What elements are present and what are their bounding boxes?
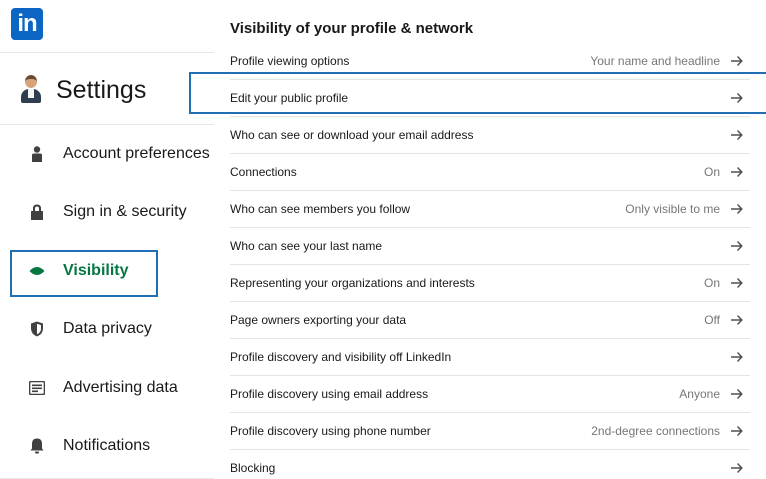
row-label: Connections xyxy=(230,164,297,179)
shield-icon xyxy=(22,321,52,337)
row-value: On xyxy=(703,164,720,179)
row-label: Representing your organizations and inte… xyxy=(230,275,475,290)
row-value: Only visible to me xyxy=(625,201,720,216)
section-title: Visibility of your profile & network xyxy=(230,20,474,37)
settings-row-discovery-email[interactable]: Profile discovery using email address An… xyxy=(230,375,750,412)
arrow-right-icon xyxy=(731,166,743,178)
linkedin-logo[interactable]: in xyxy=(11,8,43,40)
settings-row-last-name[interactable]: Who can see your last name xyxy=(230,227,750,264)
settings-row-members-you-follow[interactable]: Who can see members you follow Only visi… xyxy=(230,190,750,227)
row-value: Your name and headline xyxy=(590,53,720,68)
row-label: Who can see your last name xyxy=(230,238,383,253)
arrow-right-icon xyxy=(731,462,743,474)
newspaper-icon xyxy=(22,381,52,395)
row-label: Profile discovery using phone number xyxy=(230,423,431,438)
sidebar-item-account-preferences[interactable]: Account preferences xyxy=(14,134,214,174)
settings-row-representing-organizations[interactable]: Representing your organizations and inte… xyxy=(230,264,750,301)
bell-icon xyxy=(22,438,52,454)
sidebar-divider xyxy=(0,52,214,53)
settings-row-page-owners-exporting[interactable]: Page owners exporting your data Off xyxy=(230,301,750,338)
sidebar-divider xyxy=(0,124,214,125)
row-value: On xyxy=(703,275,720,290)
row-label: Profile discovery using email address xyxy=(230,386,429,401)
arrow-right-icon xyxy=(731,129,743,141)
arrow-right-icon xyxy=(731,351,743,363)
settings-sidebar: in Settings Account preferences Sign in … xyxy=(0,0,214,479)
sidebar-item-data-privacy[interactable]: Data privacy xyxy=(14,309,214,349)
row-label: Profile viewing options xyxy=(230,53,350,68)
arrow-right-icon xyxy=(731,314,743,326)
arrow-right-icon xyxy=(731,277,743,289)
highlight-box-visibility xyxy=(10,250,158,297)
row-label: Who can see members you follow xyxy=(230,201,411,216)
arrow-right-icon xyxy=(731,55,743,67)
settings-row-email-visibility[interactable]: Who can see or download your email addre… xyxy=(230,116,750,153)
settings-row-discovery-phone[interactable]: Profile discovery using phone number 2nd… xyxy=(230,412,750,449)
sidebar-item-label: Data privacy xyxy=(63,320,152,337)
sidebar-item-notifications[interactable]: Notifications xyxy=(14,426,214,466)
row-label: Profile discovery and visibility off Lin… xyxy=(230,349,452,364)
person-icon xyxy=(22,146,52,162)
settings-row-discovery-off-linkedin[interactable]: Profile discovery and visibility off Lin… xyxy=(230,338,750,375)
sidebar-item-label: Notifications xyxy=(63,437,151,454)
settings-row-blocking[interactable]: Blocking xyxy=(230,449,750,479)
sidebar-item-label: Account preferences xyxy=(63,145,210,162)
row-value: Anyone xyxy=(679,386,720,401)
row-value: Off xyxy=(704,312,720,327)
lock-icon xyxy=(22,204,52,220)
sidebar-item-advertising-data[interactable]: Advertising data xyxy=(14,368,214,408)
row-label: Page owners exporting your data xyxy=(230,312,407,327)
sidebar-item-label: Sign in & security xyxy=(63,203,187,220)
avatar[interactable] xyxy=(20,75,42,105)
arrow-right-icon xyxy=(731,425,743,437)
settings-row-connections[interactable]: Connections On xyxy=(230,153,750,190)
row-label: Who can see or download your email addre… xyxy=(230,127,474,142)
highlight-box-edit-public-profile xyxy=(189,72,766,114)
sidebar-item-label: Advertising data xyxy=(63,379,178,396)
row-value: 2nd-degree connections xyxy=(591,423,720,438)
settings-title: Settings xyxy=(56,75,147,104)
row-label: Blocking xyxy=(230,460,276,475)
settings-header: Settings xyxy=(20,70,146,110)
sidebar-item-sign-in-security[interactable]: Sign in & security xyxy=(14,192,214,232)
arrow-right-icon xyxy=(731,240,743,252)
arrow-right-icon xyxy=(731,388,743,400)
arrow-right-icon xyxy=(731,203,743,215)
